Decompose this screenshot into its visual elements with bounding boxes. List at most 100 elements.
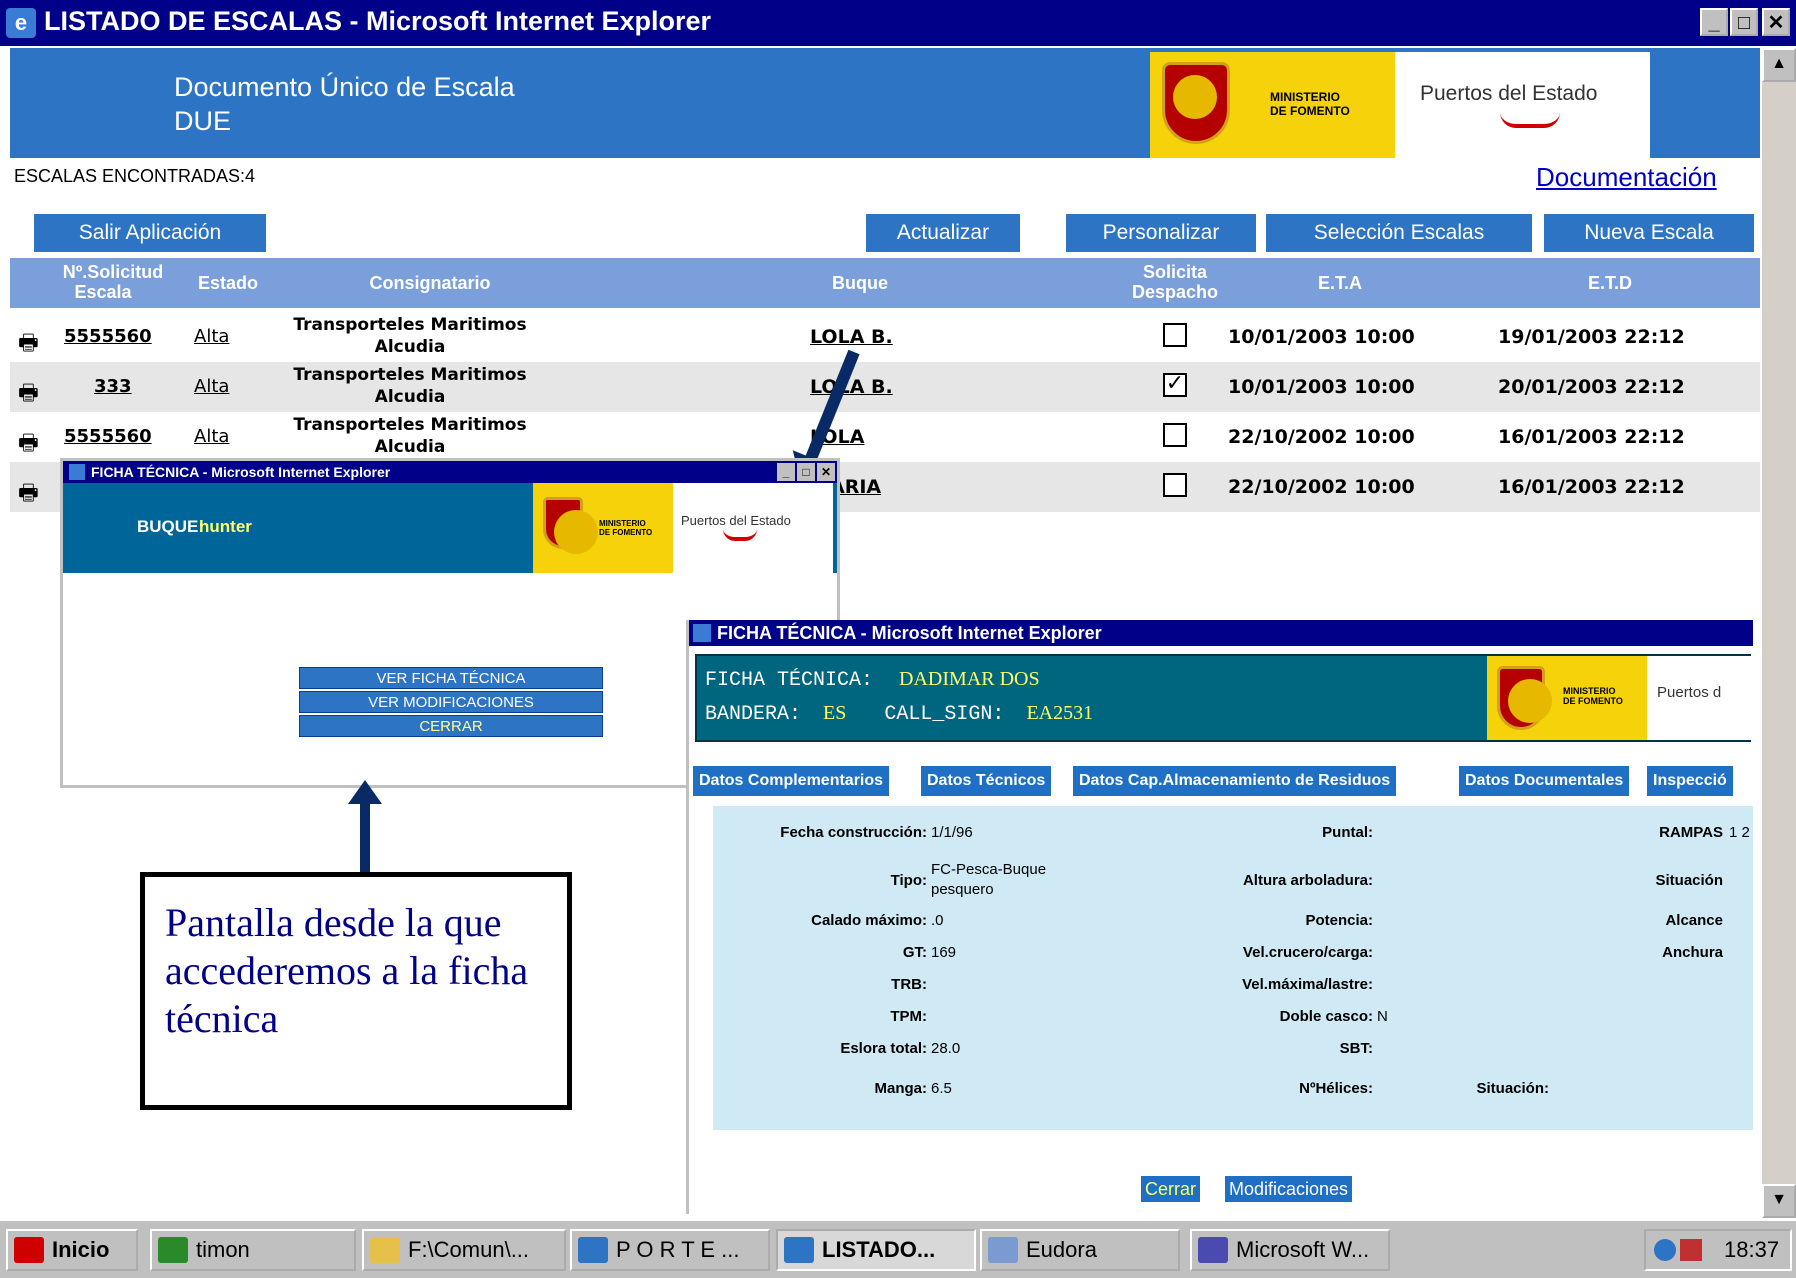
popup-title: FICHA TÉCNICA - Microsoft Internet Explo…: [91, 464, 391, 480]
field-label: TPM:: [890, 1008, 927, 1025]
taskbar-item[interactable]: timon: [150, 1229, 356, 1271]
browser-window: e LISTADO DE ESCALAS - Microsoft Interne…: [0, 0, 1796, 1218]
close-button[interactable]: ✕: [817, 463, 835, 481]
printer-icon[interactable]: 🖶: [18, 376, 39, 414]
tray-app-icon[interactable]: [1680, 1239, 1702, 1261]
exit-app-button[interactable]: Salir Aplicación: [34, 214, 266, 252]
table-row: 🖶 5555560 Alta Transporteles Maritimos Al…: [10, 412, 1760, 462]
field-label: Eslora total:: [840, 1040, 927, 1057]
taskbar-item[interactable]: Eudora: [980, 1229, 1180, 1271]
close-button[interactable]: Cerrar: [1141, 1176, 1201, 1202]
col-despacho: Solicita Despacho: [1131, 262, 1219, 302]
windows-logo-icon: [14, 1237, 44, 1263]
modifications-button[interactable]: Modificaciones: [1225, 1176, 1353, 1202]
maximize-button[interactable]: □: [797, 463, 815, 481]
dispatch-checkbox[interactable]: [1163, 423, 1187, 447]
maximize-button[interactable]: □: [1730, 8, 1758, 36]
ie-icon: [69, 464, 85, 480]
tab-datos-residuos[interactable]: Datos Cap.Almacenamiento de Residuos: [1073, 766, 1397, 796]
status-link[interactable]: Alta: [194, 426, 229, 447]
view-tech-sheet-button[interactable]: VER FICHA TÉCNICA: [299, 667, 603, 689]
eta-value: 22/10/2002 10:00: [1228, 476, 1415, 498]
col-solicitud: Nº.Solicitud Escala: [62, 262, 164, 302]
ministerio-logo-text: MINISTERIO DE FOMENTO: [1270, 90, 1350, 118]
etd-value: 16/01/2003 22:12: [1498, 426, 1685, 448]
field-label: RAMPAS: [1659, 824, 1723, 841]
taskbar-item[interactable]: Microsoft W...: [1190, 1229, 1390, 1271]
request-number-link[interactable]: 5555560: [64, 326, 152, 347]
ie-icon: [784, 1237, 814, 1263]
documentation-link[interactable]: Documentación: [1536, 162, 1717, 193]
close-button[interactable]: ✕: [1762, 8, 1790, 36]
request-number-link[interactable]: 333: [94, 376, 132, 397]
vertical-scrollbar[interactable]: ▲ ▼: [1762, 48, 1796, 1218]
start-button[interactable]: Inicio: [6, 1229, 138, 1271]
logo-white: Puertos d: [1647, 656, 1751, 740]
tech-sheet-window: FICHA TÉCNICA - Microsoft Internet Explo…: [686, 620, 1753, 1214]
tech-data-panel: Fecha construcción: 1/1/96 Tipo: FC-Pesc…: [713, 806, 1753, 1130]
result-count: ESCALAS ENCONTRADAS:4: [14, 166, 256, 186]
ministerio-line2: DE FOMENTO: [1270, 104, 1350, 118]
etd-value: 19/01/2003 22:12: [1498, 326, 1685, 348]
field-label: Situación: [1655, 872, 1723, 889]
logo-white: Puertos del Estado: [673, 483, 833, 573]
coat-of-arms-icon: [1162, 62, 1230, 144]
word-icon: [1198, 1237, 1228, 1263]
refresh-button[interactable]: Actualizar: [866, 214, 1020, 252]
field-value: FC-Pesca-Buque pesquero: [931, 861, 1047, 898]
dispatch-checkbox[interactable]: ✓: [1163, 373, 1187, 397]
clock: 18:37: [1724, 1237, 1780, 1262]
ficha-line: FICHA TÉCNICA: DADIMAR DOS: [705, 668, 1040, 692]
network-icon[interactable]: [1654, 1239, 1676, 1261]
taskbar-item[interactable]: F:\Comun\...: [362, 1229, 566, 1271]
ie-icon: [578, 1237, 608, 1263]
col-consignatario: Consignatario: [369, 273, 491, 293]
coat-of-arms-icon: [543, 497, 598, 554]
puertos-logo-text: Puertos del Estado: [1420, 82, 1598, 105]
tab-inspeccion[interactable]: Inspecció: [1647, 766, 1733, 796]
tab-datos-tecnicos[interactable]: Datos Técnicos: [921, 766, 1052, 796]
printer-icon[interactable]: 🖶: [18, 326, 39, 364]
status-link[interactable]: Alta: [194, 326, 229, 347]
printer-icon[interactable]: 🖶: [18, 476, 39, 514]
select-calls-button[interactable]: Selección Escalas: [1266, 214, 1532, 252]
minimize-button[interactable]: _: [777, 463, 795, 481]
field-label: Fecha construcción:: [780, 824, 927, 841]
scroll-up-icon[interactable]: ▲: [1762, 48, 1796, 82]
coat-of-arms-icon: [1497, 666, 1552, 730]
field-value: N: [1377, 1008, 1388, 1025]
eta-value: 10/01/2003 10:00: [1228, 326, 1415, 348]
computer-icon: [158, 1237, 188, 1263]
dispatch-checkbox[interactable]: [1163, 473, 1187, 497]
status-link[interactable]: Alta: [194, 376, 229, 397]
field-label: NºHélices:: [1299, 1080, 1373, 1097]
eta-value: 22/10/2002 10:00: [1228, 426, 1415, 448]
vessel-link[interactable]: LOLA B.: [810, 326, 893, 348]
vessel-value: hunter: [199, 517, 252, 536]
view-modifications-button[interactable]: VER MODIFICACIONES: [299, 691, 603, 713]
taskbar-item[interactable]: P O R T E ...: [570, 1229, 770, 1271]
tab-datos-documentales[interactable]: Datos Documentales: [1459, 766, 1630, 796]
vessel-link[interactable]: LOLA B.: [810, 376, 893, 398]
tab-datos-complementarios[interactable]: Datos Complementarios: [693, 766, 890, 796]
field-label: Anchura: [1662, 944, 1723, 961]
tech-sheet-header: FICHA TÉCNICA: DADIMAR DOS BANDERA: ES C…: [695, 654, 1751, 742]
callsign-value: EA2531: [1026, 702, 1094, 724]
title-bar: e LISTADO DE ESCALAS - Microsoft Interne…: [0, 0, 1796, 46]
app-title: Documento Único de Escala DUE: [174, 70, 515, 138]
flag-value: ES: [823, 702, 847, 724]
minimize-button[interactable]: _: [1700, 8, 1728, 36]
field-label: Manga:: [874, 1080, 928, 1097]
close-popup-button[interactable]: CERRAR: [299, 715, 603, 737]
request-number-link[interactable]: 5555560: [64, 426, 152, 447]
app-title-line2: DUE: [174, 106, 232, 136]
scroll-down-icon[interactable]: ▼: [1762, 1184, 1796, 1218]
app-title-line1: Documento Único de Escala: [174, 72, 515, 102]
field-label: Doble casco:: [1279, 1008, 1373, 1025]
taskbar-item-active[interactable]: LISTADO...: [776, 1229, 976, 1271]
dispatch-checkbox[interactable]: [1163, 323, 1187, 347]
printer-icon[interactable]: 🖶: [18, 426, 39, 464]
popup-title: FICHA TÉCNICA - Microsoft Internet Explo…: [717, 623, 1102, 643]
customize-button[interactable]: Personalizar: [1066, 214, 1256, 252]
new-call-button[interactable]: Nueva Escala: [1544, 214, 1754, 252]
